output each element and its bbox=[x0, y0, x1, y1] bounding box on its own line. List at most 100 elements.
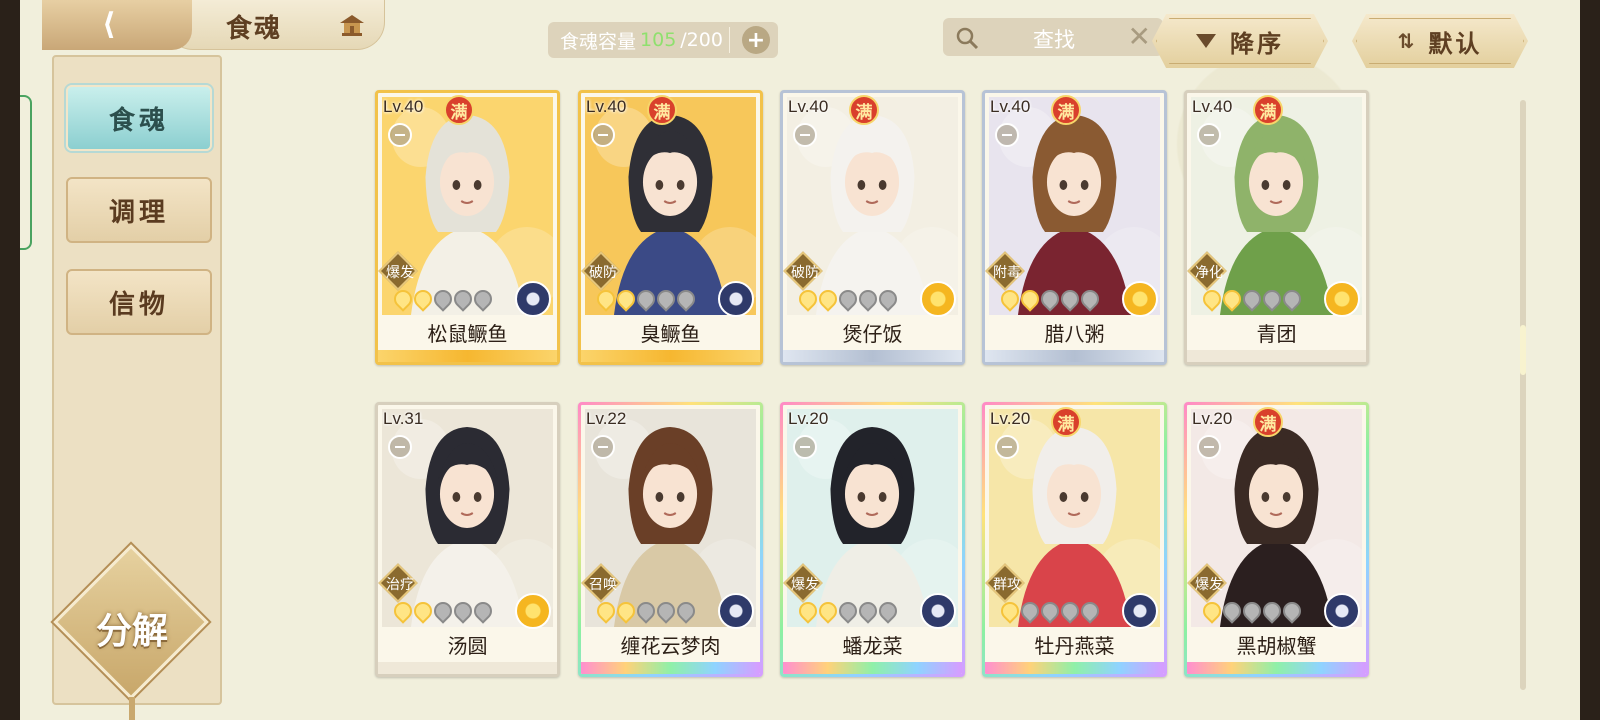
role-label: 爆发 bbox=[791, 577, 819, 593]
lock-toggle-icon[interactable] bbox=[1197, 435, 1221, 459]
role-label: 净化 bbox=[1195, 265, 1223, 281]
sort-order-button[interactable]: 降序 bbox=[1152, 14, 1328, 68]
star-rating bbox=[997, 598, 1103, 624]
rarity-strip bbox=[581, 662, 760, 674]
star-filled-icon bbox=[410, 598, 436, 624]
level-label: Lv.20 bbox=[788, 409, 829, 428]
role-label: 群攻 bbox=[993, 577, 1021, 593]
max-level-badge: 满 bbox=[1051, 95, 1081, 125]
lock-toggle-icon[interactable] bbox=[995, 123, 1019, 147]
star-empty-icon bbox=[633, 598, 659, 624]
role-badge: 治疗 bbox=[380, 565, 416, 601]
food-soul-card[interactable]: Lv.22 召唤 缠花云梦肉 bbox=[578, 402, 763, 677]
star-empty-icon bbox=[450, 598, 476, 624]
rarity-strip bbox=[1187, 662, 1366, 674]
tab-food-souls[interactable]: 食魂 bbox=[66, 85, 212, 151]
rarity-strip bbox=[783, 662, 962, 674]
food-soul-card[interactable]: Lv.40 满破防 臭鳜鱼 bbox=[578, 90, 763, 365]
tab-cooking[interactable]: 调理 bbox=[66, 177, 212, 243]
star-empty-icon bbox=[1219, 598, 1245, 624]
rarity-strip bbox=[985, 662, 1164, 674]
lock-toggle-icon[interactable] bbox=[591, 435, 615, 459]
rarity-strip bbox=[378, 350, 557, 362]
flower-blue-icon bbox=[718, 281, 754, 317]
sort-desc-icon bbox=[1196, 34, 1216, 48]
pavilion-icon[interactable] bbox=[338, 12, 366, 38]
search-input[interactable]: 查找 ✕ bbox=[943, 18, 1163, 56]
star-empty-icon bbox=[875, 598, 901, 624]
add-capacity-button[interactable]: + bbox=[742, 26, 770, 54]
food-soul-card[interactable]: Lv.20 满爆发 黑胡椒蟹 bbox=[1184, 402, 1369, 677]
food-soul-card[interactable]: Lv.40 满爆发 松鼠鳜鱼 bbox=[375, 90, 560, 365]
title-tab: 食魂 bbox=[165, 0, 385, 50]
lock-toggle-icon[interactable] bbox=[995, 435, 1019, 459]
lock-toggle-icon[interactable] bbox=[1197, 123, 1221, 147]
card-name: 缠花云梦肉 bbox=[620, 634, 721, 658]
scrollbar[interactable] bbox=[1520, 100, 1526, 690]
star-filled-icon bbox=[997, 598, 1023, 624]
star-empty-icon bbox=[470, 598, 496, 624]
star-empty-icon bbox=[430, 598, 456, 624]
star-empty-icon bbox=[673, 598, 699, 624]
flower-blue-icon bbox=[718, 593, 754, 629]
card-name: 黑胡椒蟹 bbox=[1236, 634, 1317, 658]
role-badge: 群攻 bbox=[987, 565, 1023, 601]
level-label: Lv.40 bbox=[788, 97, 829, 116]
filter-default-button[interactable]: ⇅ 默认 bbox=[1352, 14, 1528, 68]
lock-toggle-icon[interactable] bbox=[793, 435, 817, 459]
food-soul-card[interactable]: Lv.40 满破防 煲仔饭 bbox=[780, 90, 965, 365]
star-empty-icon bbox=[1057, 598, 1083, 624]
card-name: 蟠龙菜 bbox=[842, 634, 903, 658]
food-soul-card[interactable]: Lv.40 满净化 青团 bbox=[1184, 90, 1369, 365]
tab-tokens[interactable]: 信物 bbox=[66, 269, 212, 335]
max-level-badge: 满 bbox=[444, 95, 474, 125]
star-rating bbox=[390, 598, 496, 624]
rarity-strip bbox=[1187, 350, 1366, 362]
divider bbox=[729, 27, 730, 53]
star-empty-icon bbox=[470, 286, 496, 312]
star-empty-icon bbox=[855, 286, 881, 312]
flower-blue-icon bbox=[515, 281, 551, 317]
back-button[interactable]: ⟨ bbox=[42, 0, 192, 50]
food-soul-card[interactable]: Lv.20 满群攻 牡丹燕菜 bbox=[982, 402, 1167, 677]
flower-gold-icon bbox=[920, 281, 956, 317]
lock-toggle-icon[interactable] bbox=[793, 123, 817, 147]
scrollbar-thumb[interactable] bbox=[1520, 325, 1526, 375]
star-empty-icon bbox=[1057, 286, 1083, 312]
capacity-total: /200 bbox=[680, 29, 723, 51]
star-filled-icon bbox=[815, 598, 841, 624]
star-filled-icon bbox=[410, 286, 436, 312]
star-empty-icon bbox=[835, 598, 861, 624]
star-filled-icon bbox=[1199, 286, 1225, 312]
max-level-badge: 满 bbox=[849, 95, 879, 125]
role-label: 附毒 bbox=[993, 265, 1021, 281]
lock-toggle-icon[interactable] bbox=[388, 435, 412, 459]
role-badge: 破防 bbox=[583, 253, 619, 289]
role-label: 召唤 bbox=[589, 577, 617, 593]
max-level-badge: 满 bbox=[1253, 407, 1283, 437]
page-title: 食魂 bbox=[226, 14, 283, 44]
lock-toggle-icon[interactable] bbox=[591, 123, 615, 147]
food-soul-card[interactable]: Lv.31 治疗 汤圆 bbox=[375, 402, 560, 677]
food-soul-card[interactable]: Lv.20 爆发蟠龙菜 bbox=[780, 402, 965, 677]
card-name: 臭鳜鱼 bbox=[640, 322, 701, 346]
clear-search-icon[interactable]: ✕ bbox=[1128, 20, 1151, 53]
role-label: 破防 bbox=[791, 265, 819, 281]
max-level-badge: 满 bbox=[1051, 407, 1081, 437]
rarity-strip bbox=[783, 350, 962, 362]
max-level-badge: 满 bbox=[647, 95, 677, 125]
decompose-label[interactable]: 分解 bbox=[82, 602, 182, 654]
star-empty-icon bbox=[855, 598, 881, 624]
capacity-label: 食魂容量 bbox=[560, 30, 637, 53]
edge-indicator bbox=[20, 95, 32, 250]
lock-toggle-icon[interactable] bbox=[388, 123, 412, 147]
role-label: 爆发 bbox=[1195, 577, 1223, 593]
sort-label: 降序 bbox=[1230, 29, 1284, 58]
star-empty-icon bbox=[673, 286, 699, 312]
level-label: Lv.40 bbox=[990, 97, 1031, 116]
flower-gold-icon bbox=[1324, 281, 1360, 317]
star-rating bbox=[1199, 598, 1305, 624]
star-filled-icon bbox=[1017, 286, 1043, 312]
food-soul-card[interactable]: Lv.40 满附毒 腊八粥 bbox=[982, 90, 1167, 365]
flower-blue-icon bbox=[1122, 593, 1158, 629]
